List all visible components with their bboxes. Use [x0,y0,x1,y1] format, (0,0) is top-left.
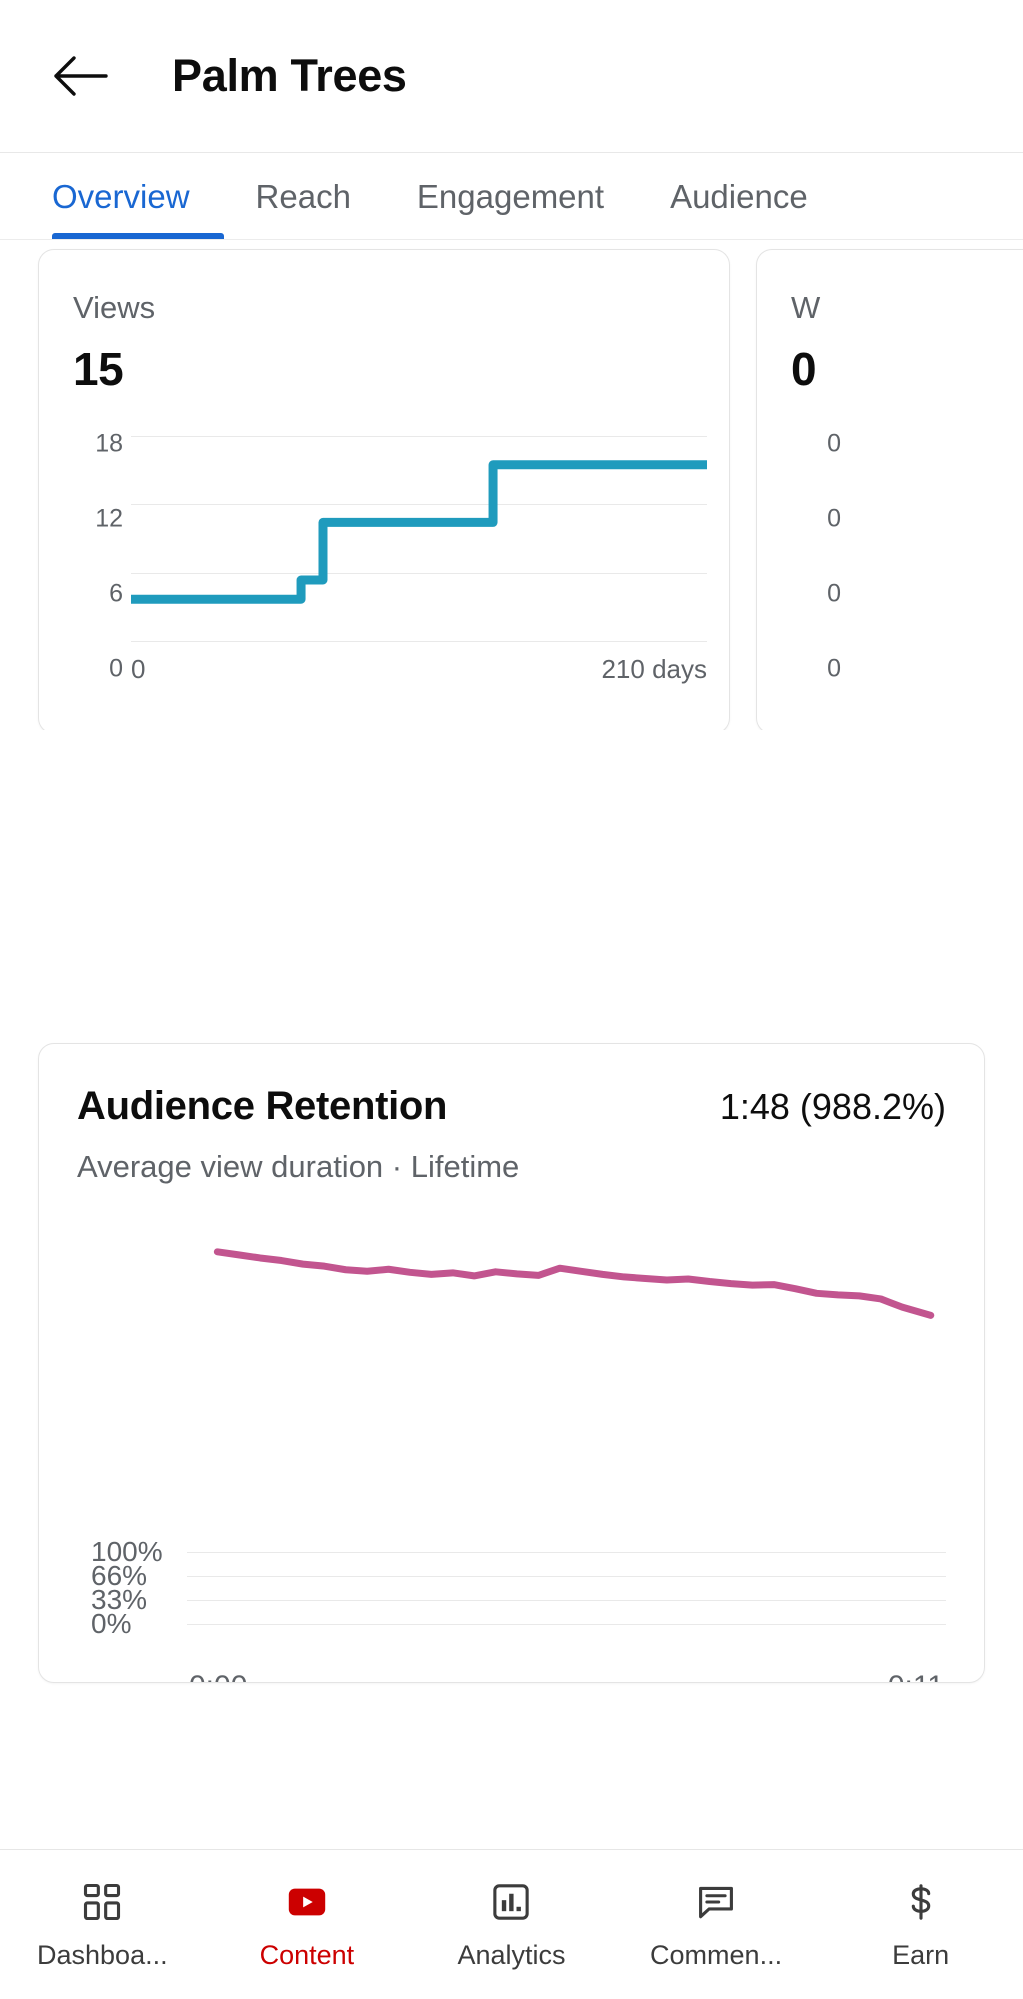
gridline [131,641,707,642]
x-tick-end: 210 days [601,654,707,684]
retention-header: Audience Retention 1:48 (988.2%) [77,1084,946,1129]
nav-label: Dashboa... [37,1940,168,1970]
views-chart: 18 12 6 0 0 210 days [73,428,707,685]
analytics-screen: Palm Trees Overview Reach Engagement Aud… [0,0,1023,1999]
nav-label: Commen... [650,1940,783,1970]
tab-reach[interactable]: Reach [256,153,351,239]
views-line-series [131,436,707,609]
tab-overview[interactable]: Overview [52,153,190,239]
y-tick: 0 [827,579,841,608]
nav-item-earn[interactable]: Earn [818,1850,1023,1999]
carousel-track: Views 15 18 12 6 0 0 210 days W 0 0 0 0 … [0,249,1023,730]
y-tick: 0 [109,654,123,683]
tab-audience[interactable]: Audience [670,153,808,239]
retention-chart: 100% 66% 33% 0% 0:00 0:11 [77,1230,946,1682]
y-tick: 0% [91,1608,132,1639]
back-button[interactable] [44,40,116,112]
gridline [187,1576,946,1577]
metric-card-views[interactable]: Views 15 18 12 6 0 0 210 days [38,249,730,730]
y-tick: 0 [827,654,841,683]
x-tick-start: 0 [131,654,146,684]
comment-icon [694,1878,738,1926]
metric-card-next[interactable]: W 0 0 0 0 0 [756,249,1023,730]
tab-engagement[interactable]: Engagement [417,153,604,239]
app-header: Palm Trees [0,0,1023,153]
retention-plot-area [187,1230,946,1590]
bottom-navigation: Dashboa... Content Analytics Commen... E… [0,1849,1023,1999]
nav-label: Content [259,1940,355,1970]
nav-item-content[interactable]: Content [205,1850,410,1999]
y-tick: 0 [827,429,841,458]
nav-label: Analytics [457,1940,566,1970]
analytics-tabs: Overview Reach Engagement Audience [0,153,1023,240]
y-tick: 6 [109,579,123,608]
x-tick-end: 0:11 [888,1670,944,1682]
views-plot-area [131,436,707,642]
metric-card-carousel[interactable]: Views 15 18 12 6 0 0 210 days W 0 0 0 0 … [0,240,1023,730]
next-chart: 0 0 0 0 [791,428,1023,685]
nav-item-analytics[interactable]: Analytics [409,1850,614,1999]
metric-label: Views [73,290,156,325]
gridline [187,1600,946,1601]
retention-line-series [187,1230,946,1579]
page-title: Palm Trees [172,50,407,101]
nav-item-comments[interactable]: Commen... [614,1850,819,1999]
gridline [187,1624,946,1625]
bar-chart-icon [489,1878,533,1926]
metric-value: 15 [73,343,124,395]
retention-value: 1:48 (988.2%) [719,1086,946,1127]
video-play-icon [284,1878,330,1926]
retention-title: Audience Retention [77,1084,448,1128]
audience-retention-card[interactable]: Audience Retention 1:48 (988.2%) Average… [38,1043,985,1683]
gridline [187,1552,946,1553]
y-tick: 18 [95,429,123,458]
dollar-icon [899,1878,943,1926]
x-tick-start: 0:00 [189,1670,247,1682]
metric-label: W [791,290,821,325]
arrow-left-icon [52,55,108,97]
y-tick: 12 [95,504,123,533]
nav-label: Earn [892,1940,950,1970]
nav-item-dashboard[interactable]: Dashboa... [0,1850,205,1999]
y-tick: 0 [827,504,841,533]
dashboard-grid-icon [80,1878,124,1926]
metric-value: 0 [791,343,817,395]
active-tab-indicator [52,233,224,239]
retention-subtitle: Average view duration · Lifetime [77,1149,520,1184]
